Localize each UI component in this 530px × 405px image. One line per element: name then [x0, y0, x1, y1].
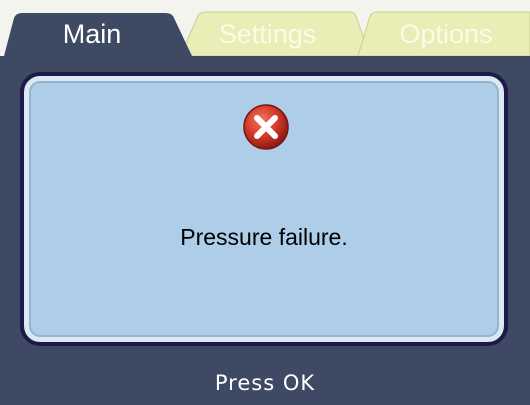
tab-settings[interactable]: Settings — [200, 14, 335, 54]
device-screen: Main Settings Options Pressure failure. … — [0, 0, 530, 405]
main-panel: Pressure failure. — [0, 56, 530, 362]
error-x-icon — [243, 104, 289, 150]
tab-bar: Main Settings Options — [0, 0, 530, 56]
footer-bar: Press OK — [0, 362, 530, 405]
error-dialog: Pressure failure. — [20, 72, 508, 346]
tab-options[interactable]: Options — [372, 14, 520, 54]
press-ok-prompt[interactable]: Press OK — [0, 362, 530, 405]
tab-main[interactable]: Main — [22, 14, 162, 54]
error-message: Pressure failure. — [180, 224, 348, 250]
